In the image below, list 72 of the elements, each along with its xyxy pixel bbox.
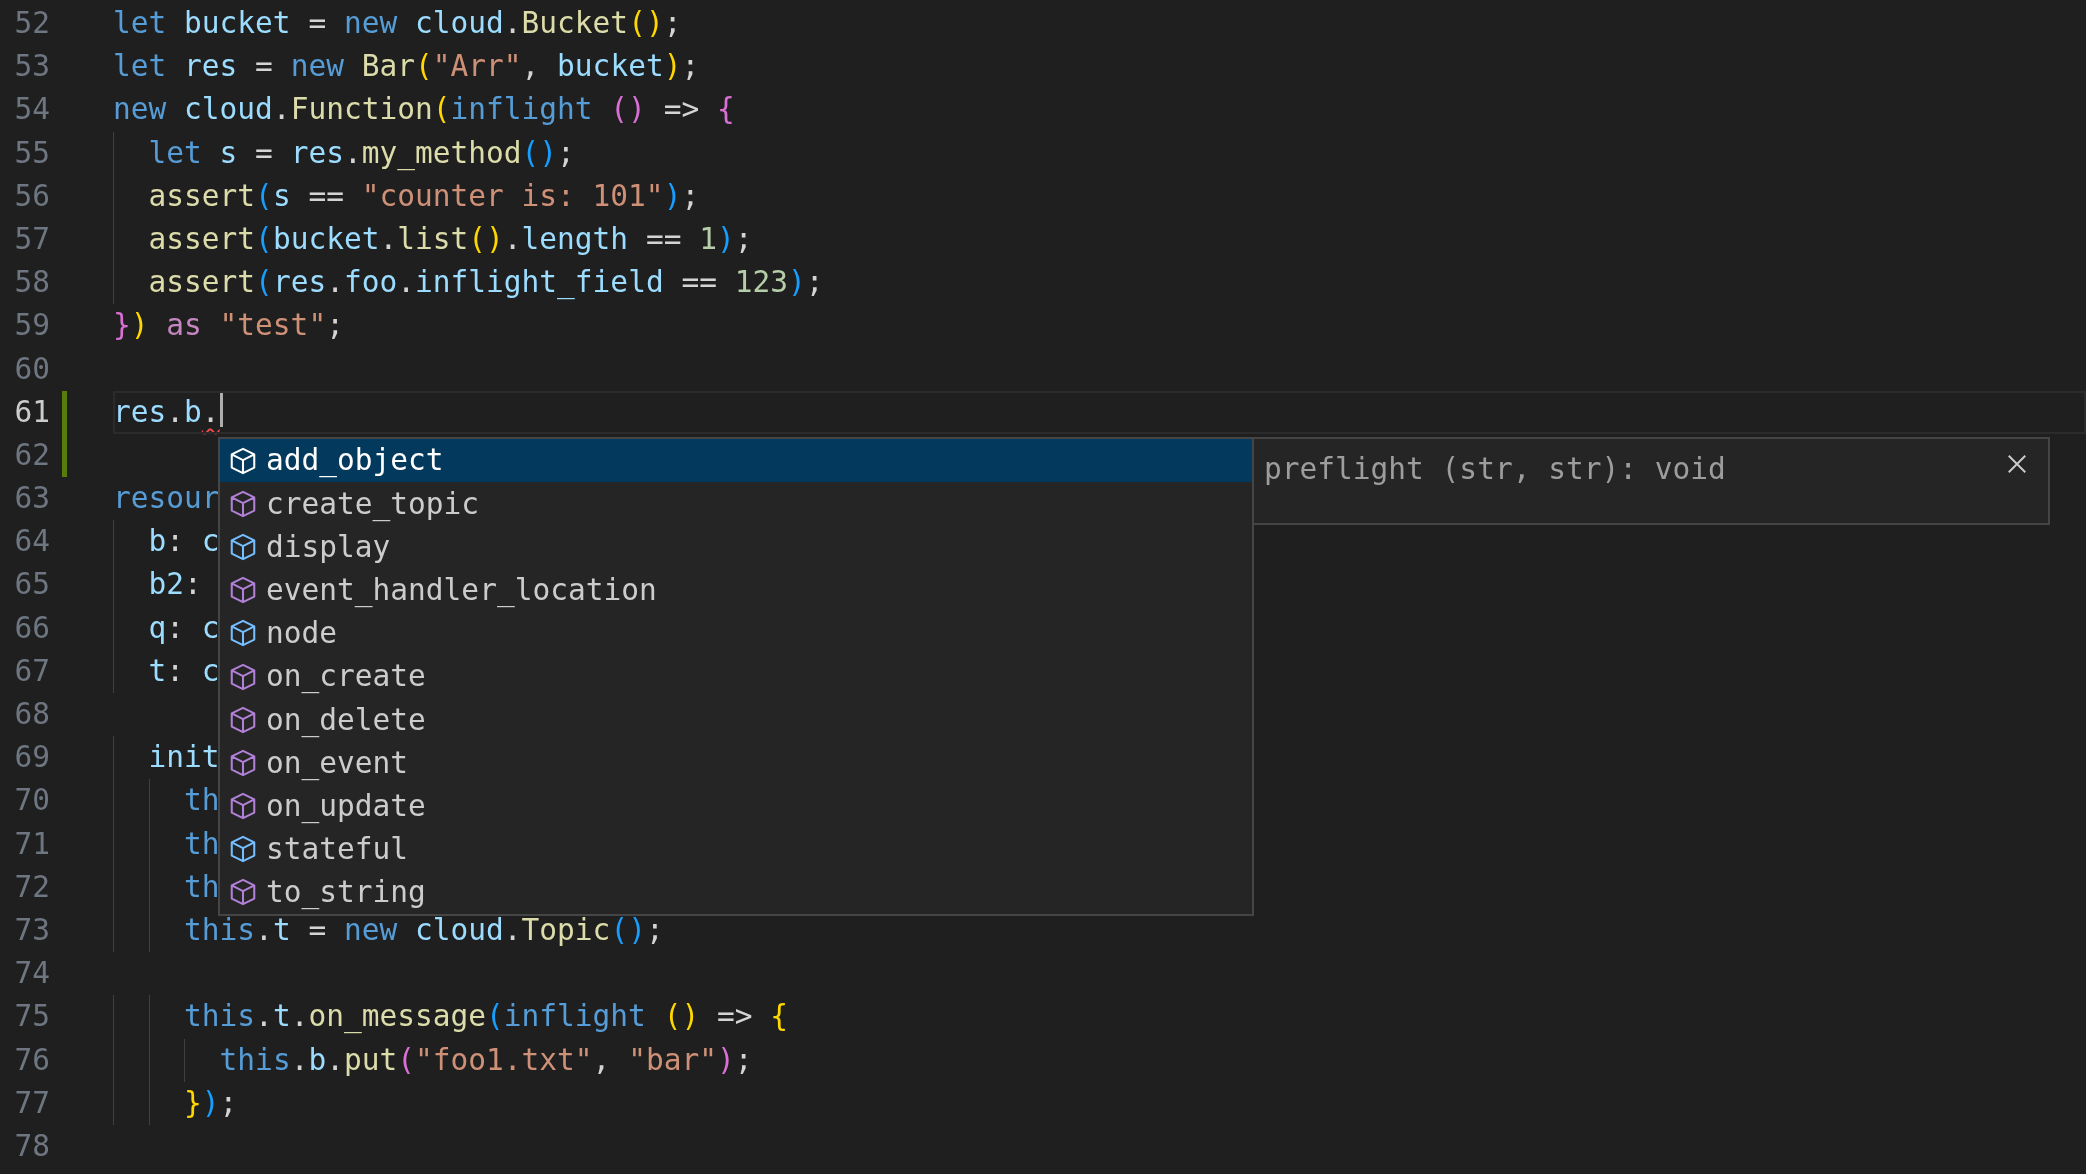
cube-icon [228, 661, 258, 692]
signature-text: preflight (str, str): void [1264, 451, 1726, 488]
code-line: th [184, 825, 220, 863]
code-line: th [184, 868, 220, 906]
suggestion-item[interactable]: event_handler_location [220, 568, 1252, 612]
line-number: 54 [13, 91, 50, 129]
cube-icon [228, 834, 258, 865]
line-number: 68 [13, 696, 50, 733]
line-number: 64 [13, 523, 50, 561]
line-number: 56 [13, 177, 50, 215]
suggestion-item[interactable]: stateful [220, 827, 1252, 871]
line-number: 75 [13, 998, 50, 1036]
line-number: 66 [13, 609, 50, 647]
line-number: 61 [13, 393, 50, 431]
suggestion-item[interactable]: on_delete [220, 698, 1252, 742]
suggestion-item[interactable]: on_create [220, 654, 1252, 699]
suggestion-item[interactable]: on_event [220, 741, 1252, 785]
line-number: 72 [13, 868, 50, 906]
cube-icon [228, 618, 258, 649]
text-cursor [219, 390, 223, 427]
suggestion-item[interactable]: add_object [220, 439, 1252, 483]
suggestion-item[interactable]: display [220, 525, 1252, 569]
line-number: 58 [13, 264, 50, 302]
code-line: t: c [148, 652, 220, 690]
cube-icon [228, 877, 258, 908]
code-line: init [148, 739, 220, 777]
code-line: b: c [148, 523, 220, 561]
code-line: res.b. [113, 393, 220, 431]
line-number: 60 [13, 350, 50, 388]
code-line: assert(res.foo.inflight_field == 123); [148, 264, 824, 302]
line-number: 77 [13, 1084, 50, 1122]
cube-icon [228, 747, 258, 778]
cube-icon [228, 488, 258, 519]
cube-icon [228, 791, 258, 822]
cube-icon [228, 575, 258, 606]
close-icon [2006, 453, 2028, 475]
code-line: th [184, 782, 220, 820]
line-number: 55 [13, 134, 50, 172]
code-line: this.t.on_message(inflight () => { [184, 998, 788, 1036]
line-number: 65 [13, 566, 50, 604]
line-number: 71 [13, 825, 50, 863]
suggestion-item[interactable]: on_update [220, 784, 1252, 828]
code-line: }); [184, 1084, 238, 1122]
line-number: 70 [13, 782, 50, 820]
suggestion-item[interactable]: node [220, 611, 1252, 655]
line-number: 63 [13, 480, 50, 518]
cube-icon [228, 531, 258, 562]
code-line: let bucket = new cloud.Bucket(); [113, 5, 682, 42]
line-number: 78 [13, 1127, 50, 1165]
code-line: assert(bucket.list().length == 1); [148, 220, 753, 258]
code-line: }) as "test"; [113, 307, 344, 345]
line-number: 53 [13, 48, 50, 86]
line-number: 73 [13, 911, 50, 949]
code-line: b2: [148, 566, 202, 604]
cube-icon [228, 704, 258, 735]
line-number: 52 [13, 5, 50, 42]
code-line: let res = new Bar("Arr", bucket); [113, 48, 700, 86]
line-number: 67 [13, 652, 50, 690]
code-line: resour [113, 480, 220, 518]
line-number: 59 [13, 307, 50, 345]
suggestion-item[interactable]: create_topic [220, 482, 1252, 526]
line-number: 62 [13, 436, 50, 474]
code-line: q: c [148, 609, 220, 647]
line-number: 76 [13, 1041, 50, 1079]
code-line: let s = res.my_method(); [148, 134, 575, 173]
code-line: assert(s == "counter is: 101"); [148, 177, 700, 215]
code-line: this.b.put("foo1.txt", "bar"); [219, 1041, 753, 1079]
line-number: 69 [13, 739, 50, 777]
line-number: 57 [13, 220, 50, 258]
cube-icon [228, 445, 258, 476]
code-line: new cloud.Function(inflight () => { [113, 91, 735, 129]
line-number: 74 [13, 955, 50, 993]
